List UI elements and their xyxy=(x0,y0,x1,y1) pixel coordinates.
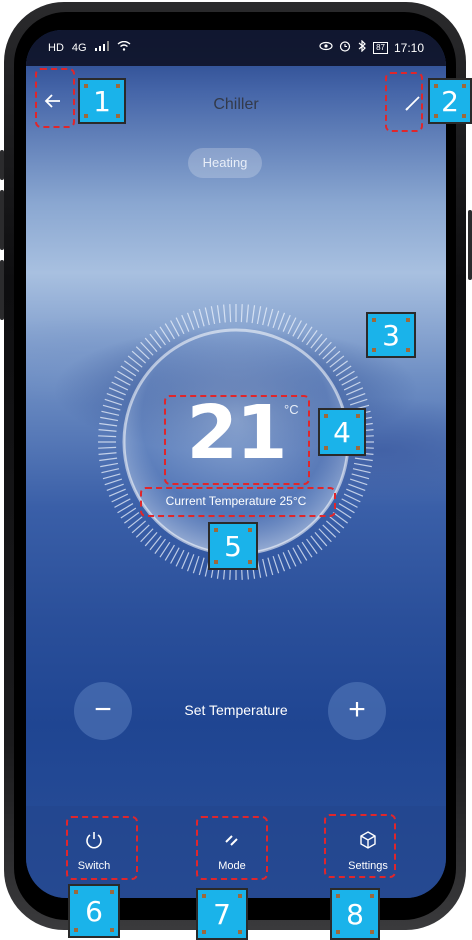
phone-side-button xyxy=(0,150,4,180)
callout-7: 7 xyxy=(196,888,248,940)
dial-tick xyxy=(210,306,216,325)
wifi-icon xyxy=(117,40,131,54)
dial-tick xyxy=(223,304,226,323)
dial-tick xyxy=(186,554,195,572)
dial-tick xyxy=(349,478,368,486)
callout-3: 3 xyxy=(366,312,416,358)
dial-tick xyxy=(348,483,366,492)
phone-side-button xyxy=(0,190,4,250)
bluetooth-icon xyxy=(357,39,367,55)
status-bar: HD 4G 87 17:10 xyxy=(26,30,446,66)
dial-tick xyxy=(181,314,190,332)
dial-tick xyxy=(272,555,280,574)
dial-tick xyxy=(198,308,205,327)
callout-4: 4 xyxy=(318,408,366,456)
callout-number: 3 xyxy=(382,319,400,352)
callout-1: 1 xyxy=(78,78,126,124)
dial-tick xyxy=(198,557,205,576)
battery-indicator: 87 xyxy=(373,41,388,54)
alarm-icon xyxy=(339,40,351,55)
increase-temperature-button[interactable]: + xyxy=(328,682,386,740)
dial-tick xyxy=(262,307,268,326)
dial-tick xyxy=(282,552,291,570)
annotation-box-edit xyxy=(385,72,423,132)
dial-tick xyxy=(204,307,210,326)
dial-tick xyxy=(240,304,243,323)
hd-icon: HD xyxy=(48,41,64,54)
dial-tick xyxy=(216,305,221,324)
callout-number: 6 xyxy=(85,895,103,928)
eye-icon xyxy=(319,41,333,54)
annotation-box-back xyxy=(35,68,75,128)
dial-tick xyxy=(277,554,286,572)
plus-icon: + xyxy=(348,693,366,726)
status-right: 87 17:10 xyxy=(319,39,424,55)
callout-number: 4 xyxy=(333,416,351,449)
annotation-box-current-temp xyxy=(140,487,336,517)
network-4g-icon: 4G xyxy=(71,41,87,54)
dial-tick xyxy=(229,304,232,323)
dial-tick xyxy=(181,552,190,570)
phone-side-button xyxy=(0,260,4,320)
dial-tick xyxy=(111,381,129,391)
dial-tick xyxy=(287,549,297,567)
callout-8: 8 xyxy=(330,888,380,940)
dial-tick xyxy=(272,310,280,329)
dial-tick xyxy=(175,549,185,567)
callout-6: 6 xyxy=(68,884,120,938)
dial-tick xyxy=(192,310,200,329)
dial-tick xyxy=(287,317,297,335)
annotation-box-set-temp xyxy=(164,395,310,485)
annotation-box-mode xyxy=(196,816,268,880)
status-left: HD 4G xyxy=(48,40,131,54)
dial-tick xyxy=(262,558,268,577)
callout-number: 2 xyxy=(441,85,459,118)
callout-number: 8 xyxy=(346,898,364,931)
dial-tick xyxy=(246,304,249,323)
dial-tick xyxy=(106,483,124,492)
signal-icon xyxy=(94,41,109,54)
dial-tick xyxy=(192,555,200,574)
status-time: 17:10 xyxy=(393,40,424,55)
dial-tick xyxy=(282,314,291,332)
mode-status-badge: Heating xyxy=(188,148,262,178)
dial-tick xyxy=(277,312,286,330)
callout-number: 1 xyxy=(93,85,111,118)
annotation-box-switch xyxy=(66,816,138,880)
dial-tick xyxy=(256,306,262,325)
dial-tick xyxy=(104,478,123,486)
dial-tick xyxy=(267,557,274,576)
callout-5: 5 xyxy=(208,522,258,570)
dial-tick xyxy=(175,317,185,335)
annotation-box-settings xyxy=(324,814,396,878)
dial-tick xyxy=(186,312,195,330)
dial-tick xyxy=(343,381,361,391)
dial-tick xyxy=(251,305,256,324)
callout-number: 5 xyxy=(224,530,242,563)
callout-number: 7 xyxy=(213,898,231,931)
dial-tick xyxy=(267,308,274,327)
callout-2: 2 xyxy=(428,78,472,124)
phone-power-button xyxy=(468,210,472,280)
